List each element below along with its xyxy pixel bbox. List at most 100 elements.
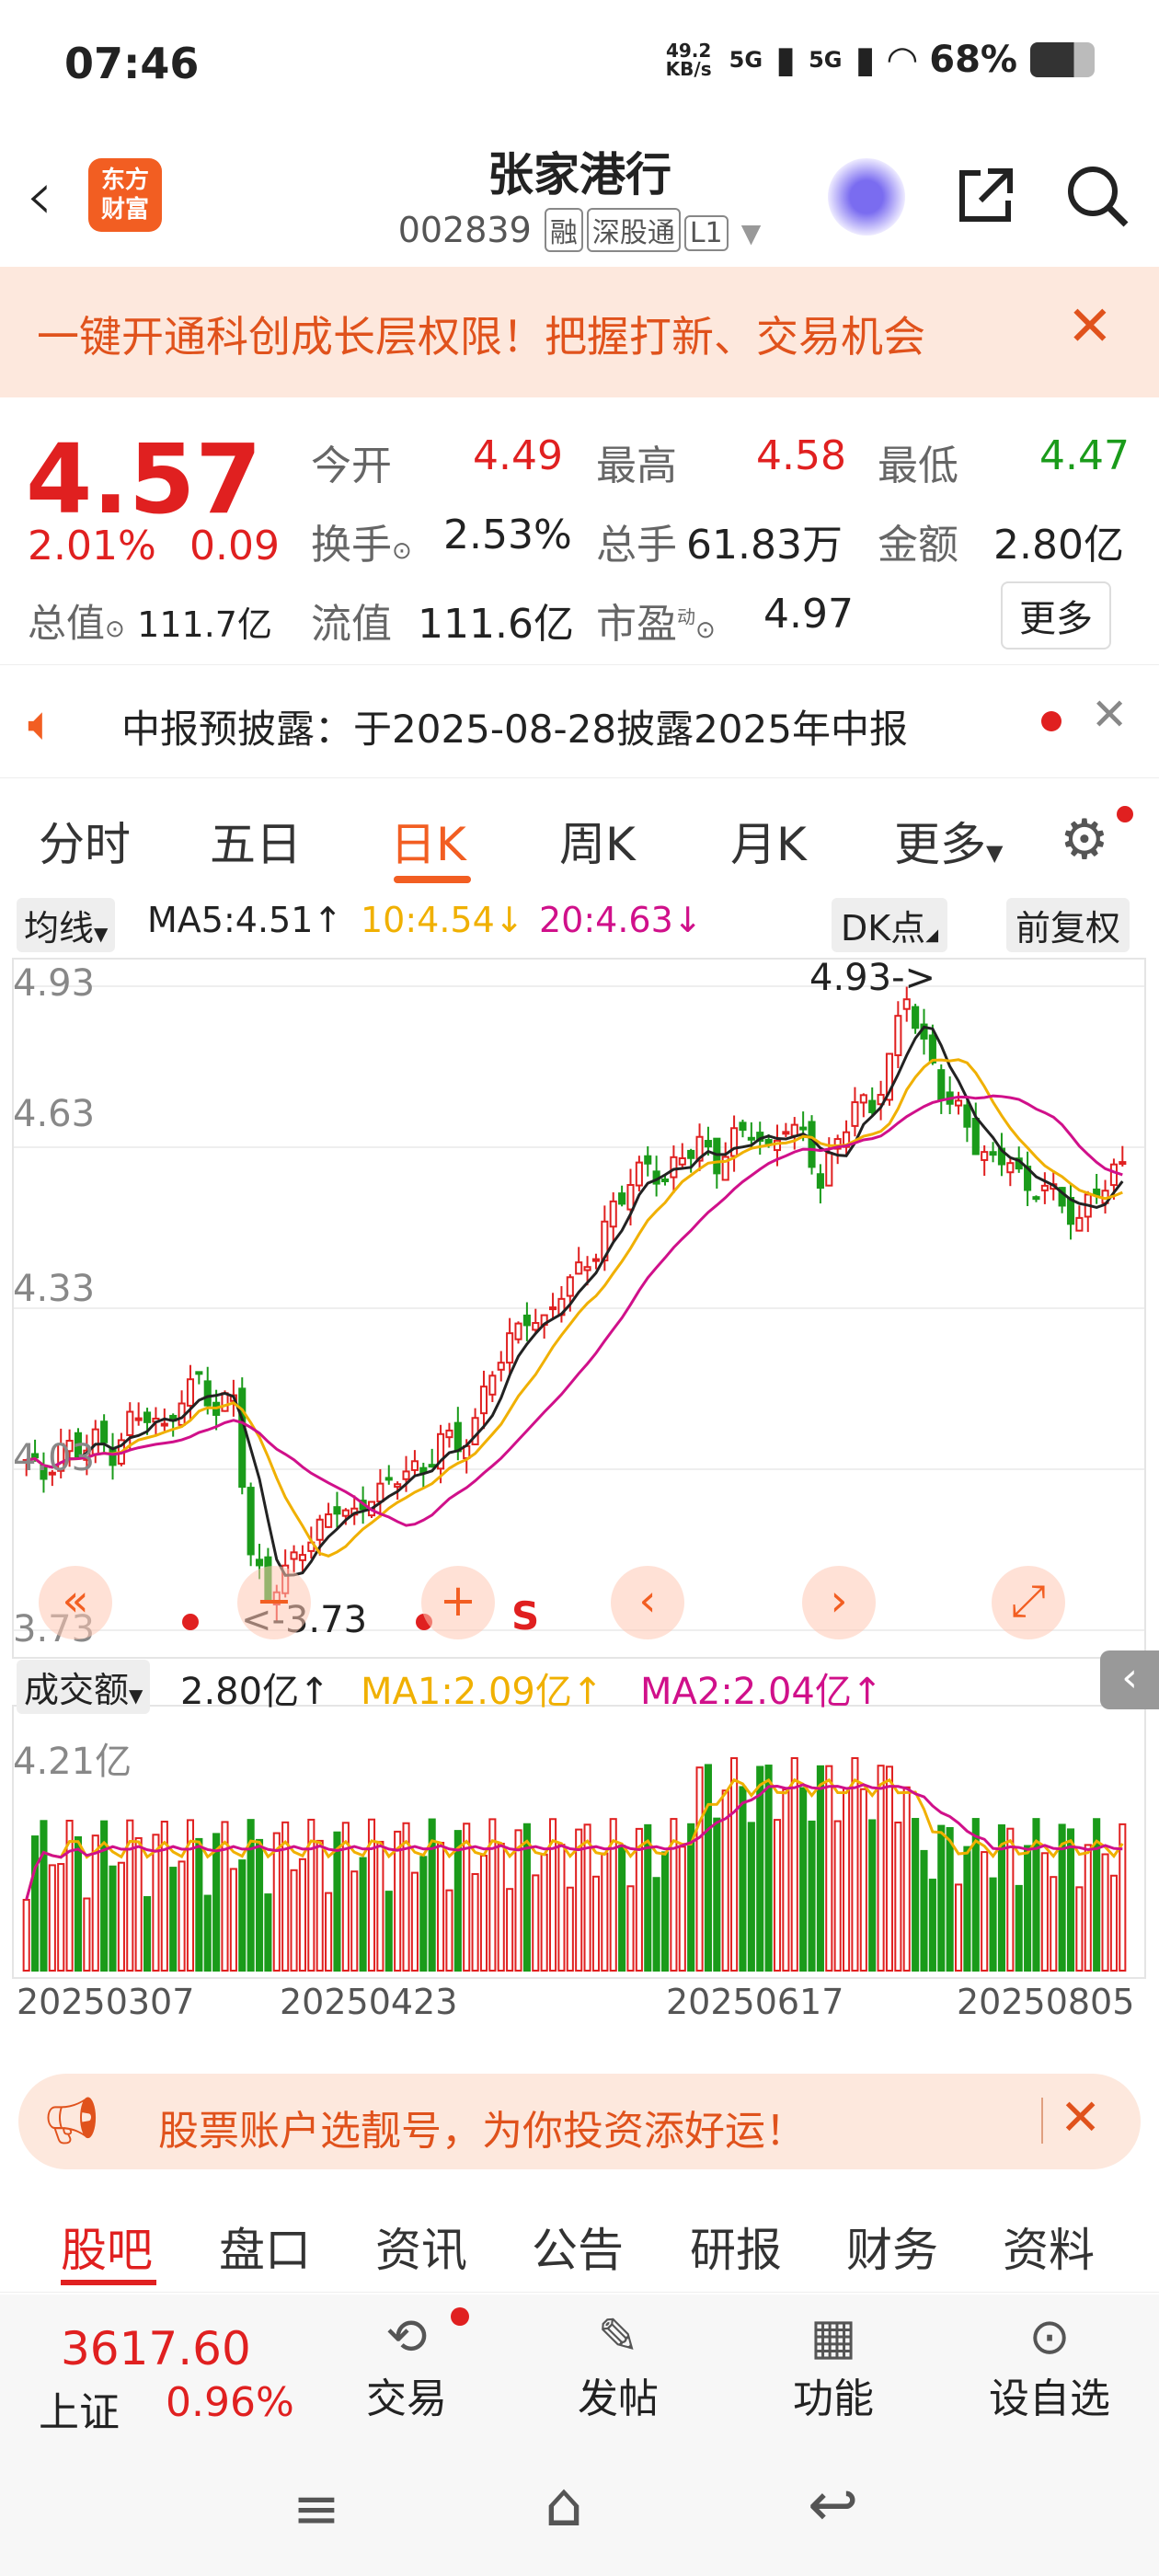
volume-bar	[1109, 1874, 1118, 1972]
speaker-icon: 🔈︎	[28, 696, 57, 752]
candle	[981, 1151, 989, 1161]
scroll-right-button[interactable]: ›	[802, 1566, 876, 1639]
functions-button[interactable]: ▦ 功能	[787, 2307, 879, 2424]
change-amount: 0.09	[189, 523, 280, 569]
more-button[interactable]: 更多	[1001, 581, 1111, 650]
adjust-selector[interactable]: 前复权	[1006, 898, 1130, 952]
candle	[782, 1131, 790, 1135]
candle	[100, 1420, 109, 1443]
index-value[interactable]: 3617.60	[61, 2322, 251, 2375]
share-icon[interactable]	[953, 164, 1017, 228]
volume-bar	[1075, 1886, 1084, 1972]
candle	[428, 1464, 436, 1468]
ma-selector[interactable]: 均线▼	[17, 898, 116, 952]
promo-bottom-text: 股票账户选靓号，为你投资添好运！	[158, 2108, 806, 2155]
more-dots-icon: ⊙	[1028, 2307, 1071, 2365]
back-nav-icon[interactable]: ↩	[808, 2469, 858, 2540]
volume-bar	[678, 1846, 686, 1972]
volume-bar	[739, 1786, 747, 1972]
tab-monthly-k[interactable]: 月K	[730, 808, 807, 874]
volume-bar	[109, 1865, 117, 1972]
volume-bar	[566, 1886, 574, 1972]
scroll-left-button[interactable]: ‹	[611, 1566, 684, 1639]
tab-order-book[interactable]: 盘口	[219, 2214, 311, 2280]
volume-bar	[453, 1830, 462, 1972]
dk-selector[interactable]: DK点◢	[832, 898, 948, 952]
tab-news[interactable]: 资讯	[375, 2214, 467, 2280]
ma20-readout: 20:4.63↓	[539, 900, 703, 940]
volume-bar	[660, 1851, 670, 1972]
bottom-toolbar: 3617.60 上证 0.96% ⟲ 交易 ✎ 发帖 ▦ 功能 ⊙ 设自选	[0, 2294, 1159, 2438]
candle	[670, 1156, 678, 1179]
signal-5g-2: 5G	[809, 47, 843, 73]
float-label: 流值	[311, 601, 392, 648]
volume-bar	[203, 1894, 212, 1972]
tab-profile[interactable]: 资料	[1003, 2214, 1095, 2280]
notice-bar[interactable]: 🔈︎ 中报预披露：于2025-08-28披露2025年中报 ✕	[0, 664, 1159, 778]
tab-announcements[interactable]: 公告	[532, 2214, 624, 2280]
trade-badge	[451, 2307, 469, 2326]
menu-icon[interactable]: ≡	[293, 2475, 340, 2542]
volume-bar	[912, 1818, 920, 1972]
tab-financials[interactable]: 财务	[846, 2214, 938, 2280]
candle	[937, 1069, 946, 1101]
home-icon[interactable]: ⌂	[545, 2469, 583, 2540]
kline-svg[interactable]	[0, 949, 1159, 2053]
candle	[160, 1422, 168, 1427]
post-button[interactable]: ✎ 发帖	[572, 2307, 664, 2424]
volume-indicator-selector[interactable]: 成交额▼	[17, 1660, 151, 1714]
volume-bar	[747, 1822, 755, 1972]
tab-intraday[interactable]: 分时	[39, 808, 131, 874]
volume-bar	[946, 1827, 954, 1972]
candle	[532, 1322, 540, 1331]
volume-bar	[937, 1824, 946, 1972]
pe-value: 4.97	[763, 591, 854, 638]
volume-bar	[437, 1841, 445, 1972]
close-icon[interactable]: ✕	[1060, 2088, 1101, 2146]
promo-banner-top[interactable]: 一键开通科创成长层权限！把握打新、交易机会 ✕	[0, 267, 1159, 397]
settings-badge	[1117, 806, 1133, 822]
status-icons: 49.2 KB/s 5G ▮ 5G ▮ ◠ 68%	[661, 39, 1095, 81]
volume-bar	[902, 1786, 911, 1972]
candle	[298, 1554, 306, 1561]
settings-gear-icon[interactable]: ⚙	[1060, 808, 1109, 872]
promo-banner-bottom[interactable]: 📢︎ 股票账户选靓号，为你投资添好运！ ✕	[18, 2074, 1141, 2169]
tab-daily-k[interactable]: 日K	[390, 808, 466, 874]
scroll-far-left-button[interactable]: «	[39, 1566, 112, 1639]
y-tick: 4.93	[13, 962, 96, 1005]
volume-bar	[799, 1787, 808, 1972]
close-icon[interactable]: ✕	[1067, 294, 1113, 359]
tab-research[interactable]: 研报	[690, 2214, 782, 2280]
zoom-in-button[interactable]: +	[421, 1566, 495, 1639]
kline-chart[interactable]: 4.93 4.63 4.33 4.03 3.73 4.93-> <-3.73 S…	[0, 949, 1159, 2053]
turnover-label: 换手⊙	[311, 522, 412, 569]
trade-button[interactable]: ⟲ 交易	[361, 2307, 453, 2424]
tab-five-day[interactable]: 五日	[210, 808, 302, 874]
candle	[868, 1099, 877, 1113]
volume-bar	[773, 1819, 782, 1972]
candle	[816, 1173, 824, 1189]
close-icon[interactable]: ✕	[1091, 689, 1128, 741]
candle	[247, 1487, 255, 1556]
volume-bar	[894, 1821, 902, 1972]
collapse-panel-button[interactable]: ‹	[1100, 1650, 1159, 1709]
fullscreen-button[interactable]: ⤢	[992, 1566, 1065, 1639]
candle	[799, 1126, 808, 1131]
tab-weekly-k[interactable]: 周K	[559, 808, 636, 874]
low-label: 最低	[878, 443, 958, 489]
y-tick: 4.63	[13, 1093, 96, 1135]
search-icon[interactable]	[1063, 162, 1131, 230]
volume-bar	[833, 1820, 842, 1972]
tab-forum[interactable]: 股吧	[61, 2214, 153, 2280]
volume-bar	[91, 1834, 99, 1972]
zoom-out-button[interactable]: −	[237, 1566, 311, 1639]
candle	[704, 1140, 712, 1148]
candle	[1119, 1161, 1127, 1166]
candle	[471, 1417, 479, 1445]
yen-exchange-icon: ⟲	[385, 2307, 428, 2365]
signal-5g-1: 5G	[729, 47, 763, 73]
tab-more[interactable]: 更多▼	[894, 808, 1003, 874]
info-icon: ⊙	[105, 615, 125, 643]
assistant-avatar-icon[interactable]	[828, 158, 905, 236]
add-watchlist-button[interactable]: ⊙ 设自选	[981, 2307, 1119, 2424]
